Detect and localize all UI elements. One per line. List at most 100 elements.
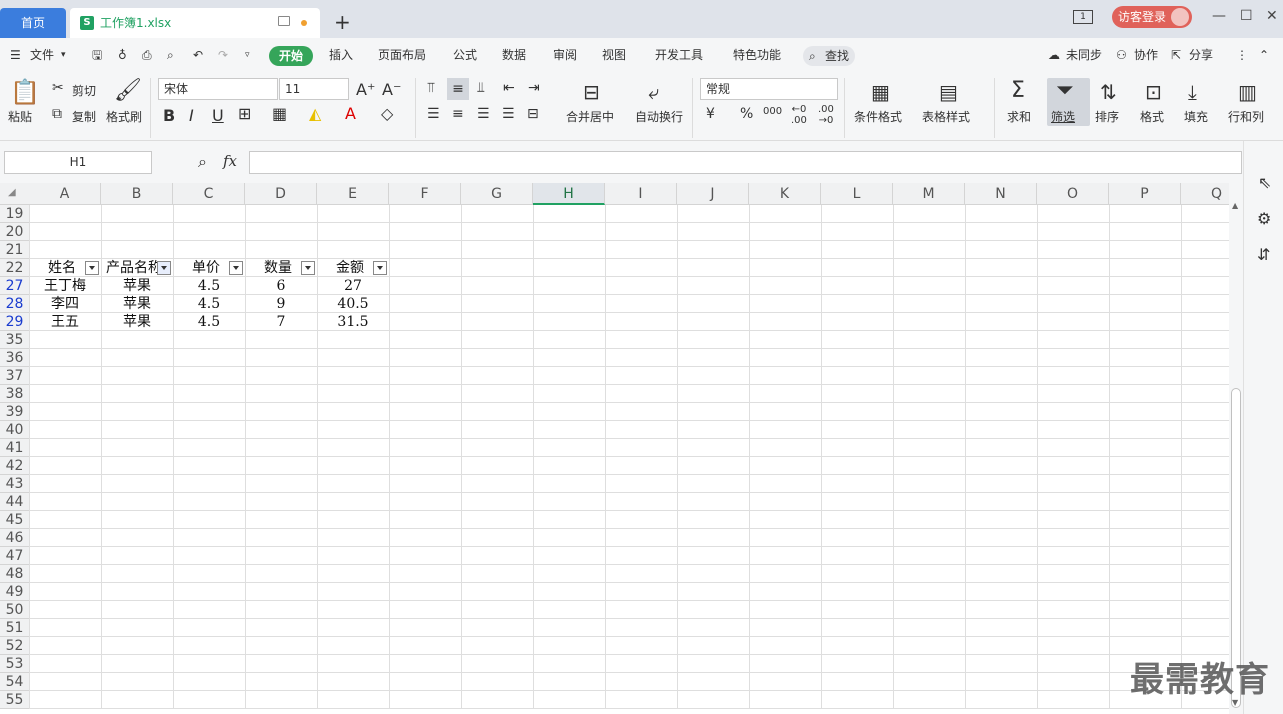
align-middle-icon[interactable]: ≡ [447,78,469,100]
collapse-ribbon-icon[interactable]: ⌃ [1259,38,1269,72]
file-menu[interactable]: 文件 [30,38,54,72]
guest-login-button[interactable]: 访客登录 [1112,6,1192,28]
row-header-55[interactable]: 55 [0,691,29,709]
row-header-45[interactable]: 45 [0,511,29,529]
row-col-button[interactable]: 行和列 [1228,108,1264,125]
table-row[interactable] [29,547,1229,565]
table-row[interactable] [29,439,1229,457]
paste-button[interactable]: 粘贴 [8,108,32,125]
tab-developer[interactable]: 开发工具 [655,38,703,72]
column-header-q[interactable]: Q [1181,183,1229,205]
share-button[interactable]: 分享 [1189,38,1213,72]
row-header-40[interactable]: 40 [0,421,29,439]
table-row[interactable] [29,601,1229,619]
border-icon[interactable]: ⊞ [238,104,251,123]
wrap-text-button[interactable]: 自动换行 [635,108,683,125]
sum-button[interactable]: 求和 [1007,108,1031,125]
align-left-icon[interactable]: ☰ [427,106,440,122]
table-row[interactable] [29,691,1229,709]
table-row[interactable] [29,511,1229,529]
zoom-icon[interactable]: ⌕ [198,152,207,172]
autofilter-dropdown-icon[interactable] [301,261,315,275]
row-header-39[interactable]: 39 [0,403,29,421]
table-cell[interactable]: 4.5 [173,313,245,331]
decrease-font-icon[interactable]: A⁻ [382,80,401,99]
filter-button[interactable]: 筛选 [1051,108,1075,125]
new-tab-button[interactable]: + [334,10,351,34]
table-row[interactable] [29,655,1229,673]
distributed-align-icon[interactable]: ⊟ [527,106,539,122]
table-cell[interactable]: 4.5 [173,295,245,313]
column-header-l[interactable]: L [821,183,893,205]
tab-data[interactable]: 数据 [502,38,526,72]
currency-icon[interactable]: ¥ [706,106,715,122]
collab-icon[interactable]: ⚇ [1116,38,1127,72]
more-options-icon[interactable]: ⋮ [1236,38,1248,72]
home-tab[interactable]: 首页 [0,8,66,38]
share-icon[interactable]: ⇱ [1171,38,1181,72]
column-header-n[interactable]: N [965,183,1037,205]
increase-font-icon[interactable]: A⁺ [356,80,375,99]
table-cell[interactable]: 9 [245,295,317,313]
table-style-button[interactable]: 表格样式 [922,108,970,125]
paste-icon[interactable]: 📋 [10,78,40,106]
copy-button[interactable]: 复制 [72,108,96,125]
table-row[interactable] [29,475,1229,493]
row-header-22[interactable]: 22 [0,259,29,277]
table-row[interactable] [29,205,1229,223]
table-cell[interactable]: 苹果 [101,277,173,295]
row-header-43[interactable]: 43 [0,475,29,493]
table-row[interactable] [29,637,1229,655]
collab-button[interactable]: 协作 [1134,38,1158,72]
row-header-28[interactable]: 28 [0,295,29,313]
save-icon[interactable]: 🖫 [92,38,102,72]
redo-icon[interactable]: ↷ [218,38,228,72]
increase-decimal-icon[interactable]: ←0.00 [791,104,807,126]
sum-icon[interactable]: Σ [1011,78,1025,103]
column-header-e[interactable]: E [317,183,389,205]
undo-icon[interactable]: ↶ [193,38,203,72]
format-button[interactable]: 格式 [1140,108,1164,125]
fill-color-icon[interactable]: ◭ [309,104,321,123]
scroll-up-icon[interactable]: ▲ [1232,201,1238,210]
tab-page-layout[interactable]: 页面布局 [378,38,426,72]
column-header-f[interactable]: F [389,183,461,205]
row-header-46[interactable]: 46 [0,529,29,547]
column-header-o[interactable]: O [1037,183,1109,205]
row-header-36[interactable]: 36 [0,349,29,367]
conditional-format-button[interactable]: 条件格式 [854,108,902,125]
table-cell[interactable]: 31.5 [317,313,389,331]
monitor-icon[interactable] [278,16,290,26]
table-row[interactable] [29,403,1229,421]
format-painter-icon[interactable]: 🖌 [114,78,142,103]
autofilter-dropdown-icon[interactable] [157,261,171,275]
cloud-sync-icon[interactable]: ☁ [1048,38,1060,72]
row-header-48[interactable]: 48 [0,565,29,583]
table-row[interactable] [29,331,1229,349]
minimize-button[interactable]: — [1212,8,1226,24]
column-header-p[interactable]: P [1109,183,1181,205]
row-header-52[interactable]: 52 [0,637,29,655]
select-all-corner[interactable]: ◢ [8,187,16,198]
search-box[interactable]: ⌕ 查找 [803,46,855,66]
table-cell[interactable]: 6 [245,277,317,295]
tab-view[interactable]: 视图 [602,38,626,72]
table-cell[interactable]: 苹果 [101,313,173,331]
table-cell[interactable]: 27 [317,277,389,295]
column-header-i[interactable]: I [605,183,677,205]
thousands-separator-icon[interactable]: 000 [763,106,782,117]
align-right-icon[interactable]: ☰ [477,106,490,122]
row-header-20[interactable]: 20 [0,223,29,241]
tab-insert[interactable]: 插入 [329,38,353,72]
row-header-41[interactable]: 41 [0,439,29,457]
tab-review[interactable]: 审阅 [553,38,577,72]
table-cell[interactable]: 40.5 [317,295,389,313]
table-cell[interactable]: 苹果 [101,295,173,313]
table-cell[interactable]: 王五 [29,313,101,331]
cut-button[interactable]: 剪切 [72,82,96,99]
increase-indent-icon[interactable]: ⇥ [528,80,540,96]
table-row[interactable] [29,421,1229,439]
tab-formulas[interactable]: 公式 [453,38,477,72]
maximize-button[interactable]: ☐ [1240,8,1253,24]
row-header-38[interactable]: 38 [0,385,29,403]
